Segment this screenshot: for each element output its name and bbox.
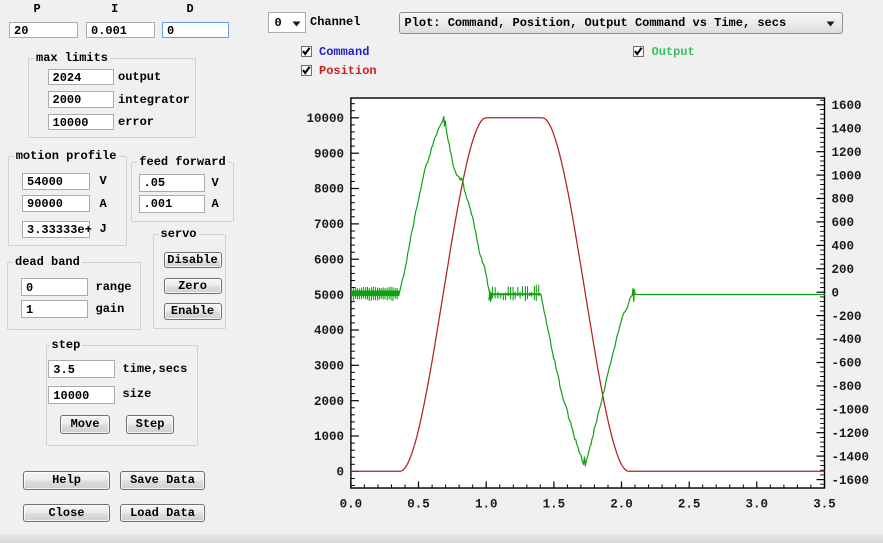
svg-text:0.5: 0.5 — [407, 498, 430, 512]
svg-text:800: 800 — [832, 193, 855, 207]
svg-text:1400: 1400 — [832, 123, 862, 137]
svg-text:200: 200 — [832, 263, 855, 277]
svg-text:0.0: 0.0 — [340, 498, 363, 512]
svg-text:1000: 1000 — [832, 169, 862, 183]
svg-text:2.0: 2.0 — [610, 498, 633, 512]
svg-text:-1600: -1600 — [832, 474, 870, 488]
svg-text:1600: 1600 — [832, 99, 862, 113]
svg-text:10000: 10000 — [306, 112, 344, 126]
svg-text:8000: 8000 — [314, 183, 344, 197]
svg-text:-400: -400 — [832, 333, 862, 347]
svg-text:-600: -600 — [832, 357, 862, 371]
svg-text:1000: 1000 — [314, 430, 344, 444]
svg-text:0: 0 — [832, 286, 840, 300]
svg-text:2000: 2000 — [314, 395, 344, 409]
svg-text:1200: 1200 — [832, 146, 862, 160]
svg-text:-1000: -1000 — [832, 404, 870, 418]
svg-text:1.5: 1.5 — [543, 498, 566, 512]
svg-text:7000: 7000 — [314, 218, 344, 232]
svg-text:9000: 9000 — [314, 147, 344, 161]
svg-text:4000: 4000 — [314, 324, 344, 338]
svg-text:3.5: 3.5 — [813, 498, 836, 512]
svg-text:6000: 6000 — [314, 253, 344, 267]
svg-text:3.0: 3.0 — [746, 498, 769, 512]
svg-text:2.5: 2.5 — [678, 498, 701, 512]
svg-text:1.0: 1.0 — [475, 498, 498, 512]
svg-text:-1200: -1200 — [832, 427, 870, 441]
svg-text:3000: 3000 — [314, 360, 344, 374]
svg-text:0: 0 — [336, 466, 344, 480]
svg-text:400: 400 — [832, 240, 855, 254]
svg-text:600: 600 — [832, 216, 855, 230]
svg-text:5000: 5000 — [314, 289, 344, 303]
svg-text:-200: -200 — [832, 310, 862, 324]
svg-text:-1400: -1400 — [832, 450, 870, 464]
svg-text:-800: -800 — [832, 380, 862, 394]
